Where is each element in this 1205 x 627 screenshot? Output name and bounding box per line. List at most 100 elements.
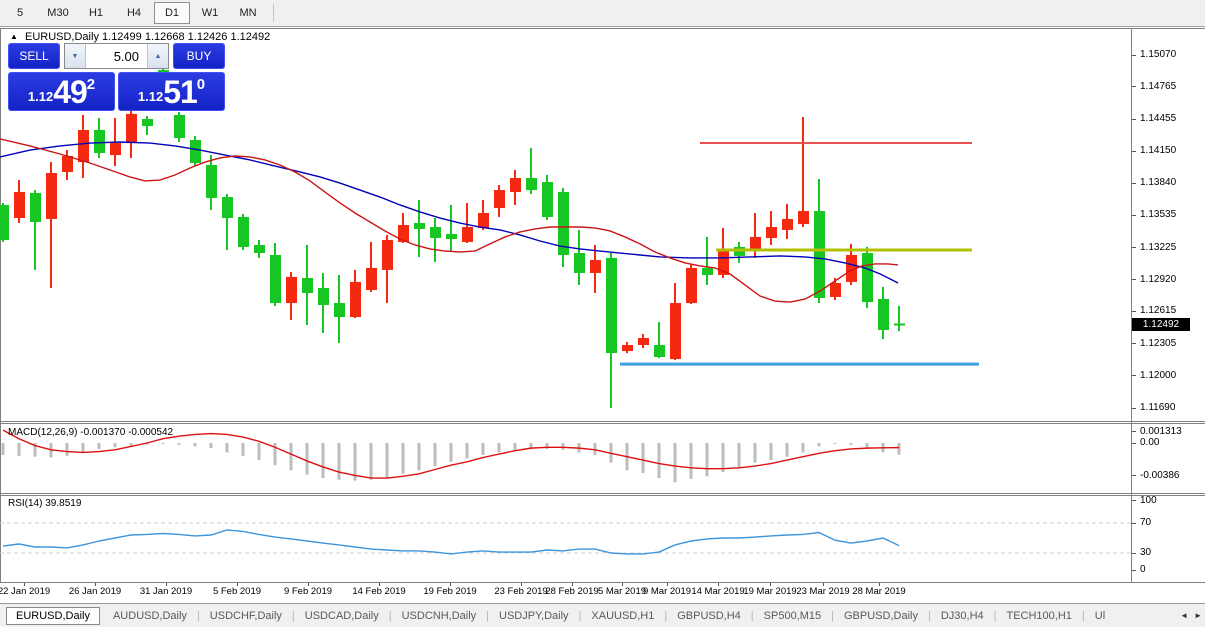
- volume-input[interactable]: 5.00: [86, 44, 147, 68]
- macd-bar: [65, 443, 69, 456]
- price-axis-tick: [1132, 214, 1136, 216]
- timeframe-button-d1[interactable]: D1: [154, 2, 190, 24]
- chart-tab-gbpusd-h4[interactable]: GBPUSD,H4: [668, 607, 750, 625]
- chart-tab-xauusd-h1[interactable]: XAUUSD,H1: [582, 607, 663, 625]
- macd-bar: [897, 443, 901, 455]
- chart-tab-audusd-daily[interactable]: AUDUSD,Daily: [104, 607, 196, 625]
- chart-symbol-label: EURUSD,Daily: [24, 31, 99, 43]
- macd-bar: [193, 443, 197, 447]
- volume-spinner: ▼ 5.00 ▲: [64, 43, 169, 69]
- rsi-indicator-canvas[interactable]: [0, 496, 1131, 582]
- candle-body: [526, 178, 537, 191]
- rsi-axis-label: 100: [1140, 494, 1157, 506]
- buy-button[interactable]: BUY: [173, 43, 225, 69]
- macd-axis-label: 0.00: [1140, 437, 1160, 448]
- macd-bar: [833, 443, 837, 444]
- timeframe-button-m30[interactable]: M30: [40, 2, 76, 24]
- candle-body: [830, 282, 841, 297]
- chart-tab-dj30-h4[interactable]: DJ30,H4: [932, 607, 993, 625]
- price-axis-label: 1.12000: [1140, 369, 1177, 381]
- tabs-scroll-left-icon[interactable]: ◄: [1180, 611, 1188, 620]
- timeframe-button-5[interactable]: 5: [2, 2, 38, 24]
- current-price-badge: 1.12492: [1132, 317, 1190, 331]
- chart-tab-ul[interactable]: Ul: [1086, 607, 1114, 625]
- candle-body: [382, 239, 393, 270]
- candle-body: [446, 234, 457, 240]
- rsi-axis-label: 0: [1140, 564, 1146, 575]
- macd-axis-tick: [1132, 442, 1136, 444]
- bid-price-prefix: 1.12: [27, 89, 54, 104]
- macd-bar: [801, 443, 805, 453]
- candle-body: [46, 173, 57, 219]
- macd-bar: [177, 443, 181, 445]
- rsi-pane-bottom: [0, 582, 1205, 583]
- macd-bar: [561, 443, 565, 450]
- price-axis-label: 1.13225: [1140, 241, 1177, 253]
- date-axis-label: 31 Jan 2019: [139, 586, 193, 597]
- candle-body: [542, 181, 553, 217]
- candle-body: [654, 345, 665, 358]
- candle-body: [318, 288, 329, 306]
- candle-body: [174, 114, 185, 139]
- sell-button[interactable]: SELL: [8, 43, 60, 69]
- candle-body: [414, 223, 425, 229]
- macd-bar: [689, 443, 693, 479]
- macd-axis-tick: [1132, 431, 1136, 433]
- macd-bar: [673, 443, 677, 483]
- candle-body: [270, 254, 281, 304]
- chart-tab-usdcnh-daily[interactable]: USDCNH,Daily: [393, 607, 486, 625]
- chart-tab-eurusd-daily[interactable]: EURUSD,Daily: [6, 606, 100, 625]
- chart-tab-usdcad-daily[interactable]: USDCAD,Daily: [296, 607, 388, 625]
- candle-body: [222, 197, 233, 219]
- candle-body: [126, 113, 137, 144]
- tab-separator: |: [831, 609, 834, 622]
- moving-averages: [0, 138, 899, 303]
- chart-tab-tech100-h1[interactable]: TECH100,H1: [997, 607, 1080, 625]
- date-axis-label: 14 Feb 2019: [352, 586, 406, 597]
- rsi-axis-tick: [1132, 569, 1136, 571]
- volume-decrease-icon[interactable]: ▼: [65, 44, 86, 68]
- macd-bar: [513, 443, 517, 450]
- tabs-scroll-right-icon[interactable]: ►: [1194, 611, 1202, 620]
- price-axis-tick: [1132, 247, 1136, 249]
- macd-bar: [593, 443, 597, 455]
- candle-body: [670, 303, 681, 360]
- macd-axis-label: -0.00386: [1140, 469, 1180, 481]
- timeframe-button-mn[interactable]: MN: [230, 2, 266, 24]
- chart-tab-gbpusd-daily[interactable]: GBPUSD,Daily: [835, 607, 927, 625]
- macd-bar: [433, 443, 437, 467]
- candle-body: [750, 236, 761, 249]
- macd-bar: [481, 443, 485, 455]
- chart-tab-sp500-m15[interactable]: SP500,M15: [755, 607, 830, 625]
- price-axis-tick: [1132, 54, 1136, 56]
- chart-tab-usdchf-daily[interactable]: USDCHF,Daily: [201, 607, 291, 625]
- bid-price-pip: 2: [86, 76, 96, 93]
- date-axis-label: 23 Feb 2019: [494, 586, 548, 597]
- tab-separator: |: [578, 609, 582, 622]
- timeframe-button-w1[interactable]: W1: [192, 2, 228, 24]
- price-axis-tick: [1132, 310, 1136, 312]
- macd-bar: [769, 443, 773, 461]
- timeframe-button-h4[interactable]: H4: [116, 2, 152, 24]
- candle-body: [14, 192, 25, 219]
- tab-separator: |: [388, 609, 392, 622]
- collapse-arrow-icon[interactable]: ▲: [10, 32, 18, 41]
- date-axis-label: 23 Mar 2019: [796, 586, 850, 597]
- macd-bar: [753, 443, 757, 463]
- chart-tab-usdjpy-daily[interactable]: USDJPY,Daily: [490, 607, 578, 625]
- volume-increase-icon[interactable]: ▲: [147, 44, 168, 68]
- timeframe-button-h1[interactable]: H1: [78, 2, 114, 24]
- candle-body: [574, 253, 585, 273]
- macd-bar: [257, 443, 261, 461]
- candle-body: [478, 213, 489, 228]
- date-axis-label: 26 Jan 2019: [68, 586, 122, 597]
- rsi-line: [2, 529, 900, 555]
- macd-bar: [641, 443, 645, 473]
- macd-bar: [129, 443, 133, 446]
- price-axis-tick: [1132, 375, 1136, 377]
- candle-body: [430, 227, 441, 238]
- bid-price-button[interactable]: 1.12 49 2: [8, 72, 115, 111]
- candle-body: [814, 211, 825, 299]
- ask-price-button[interactable]: 1.12 51 0: [118, 72, 225, 111]
- candle-body: [110, 143, 121, 156]
